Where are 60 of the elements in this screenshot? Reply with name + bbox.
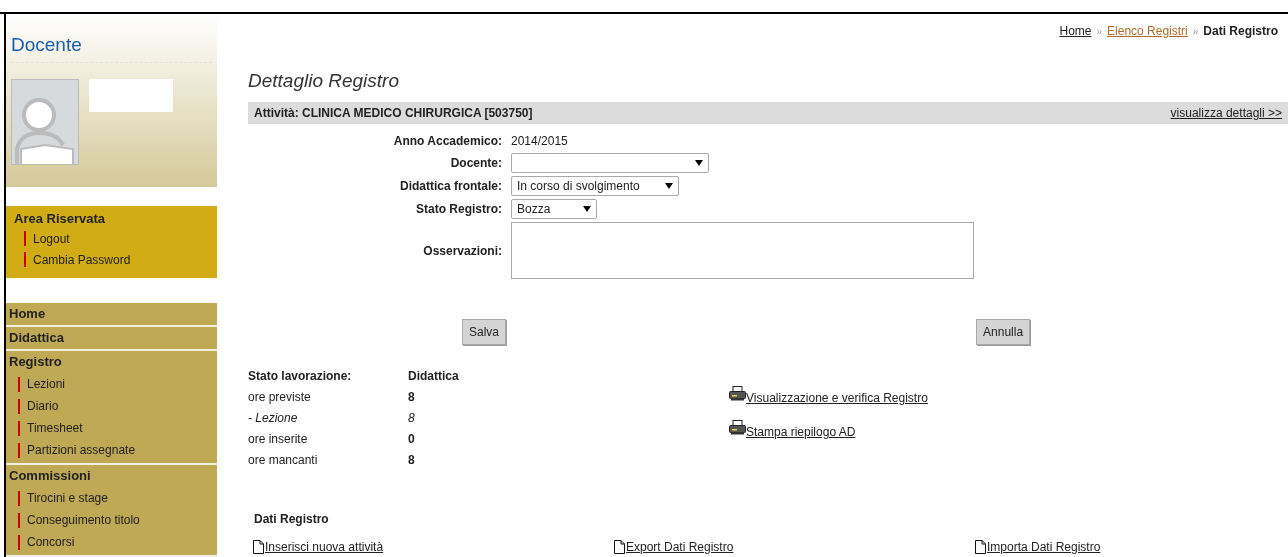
breadcrumb-link[interactable]: Elenco Registri [1107, 22, 1188, 40]
dropdown-caret-icon [583, 206, 591, 212]
sidebar-link[interactable]: Cambia Password [33, 250, 131, 269]
panel-heading: Area Riservata [14, 210, 107, 228]
sidebar-link[interactable]: Lezioni [27, 375, 66, 393]
form-button[interactable]: Salva [462, 319, 507, 345]
sidebar-link[interactable]: Timesheet [27, 419, 83, 437]
breadcrumb-link[interactable]: Home [1059, 22, 1092, 40]
form-button[interactable]: Annulla [976, 319, 1031, 345]
breadcrumb-separator: » [1096, 24, 1103, 39]
printer-icon [729, 386, 746, 401]
stats-value: 0 [408, 430, 415, 448]
stats-label: ore inserite [248, 430, 309, 448]
field-label: Stato Registro: [415, 201, 502, 218]
nav-item[interactable]: Commissioni [6, 465, 217, 487]
dropdown-caret-icon [665, 183, 673, 189]
field-label: Anno Accademico: [392, 133, 502, 150]
sidebar-link[interactable]: Concorsi [27, 533, 75, 551]
field-label: Osservazioni: [422, 242, 502, 260]
data-link[interactable]: Importa Dati Registro [987, 538, 1101, 556]
select-field[interactable]: In corso di svolgimento [511, 176, 679, 196]
stats-value: 8 [408, 409, 415, 427]
breadcrumb-separator: » [1192, 24, 1199, 39]
sidebar-link[interactable]: Logout [33, 229, 70, 248]
current-page-label: Dati Registro [1203, 23, 1278, 40]
sidebar-link[interactable]: Conseguimento titolo [27, 511, 140, 529]
data-link[interactable]: Export Dati Registro [626, 538, 734, 556]
nav-item[interactable]: Home [6, 303, 217, 325]
print-link[interactable]: Stampa riepilogo AD [746, 420, 856, 441]
document-icon [614, 540, 625, 554]
sidebar-link[interactable]: Diario [27, 397, 59, 415]
field-value: 2014/2015 [511, 133, 568, 150]
avatar-placeholder-icon [11, 79, 79, 165]
dropdown-caret-icon [695, 160, 703, 166]
select-field[interactable] [511, 153, 709, 173]
field-label: Docente: [449, 155, 502, 172]
stats-label: ore mancanti [248, 451, 319, 469]
nav-item[interactable]: Didattica [6, 327, 217, 349]
stats-value: 8 [408, 388, 415, 406]
stats-heading: Didattica [408, 368, 459, 385]
page-title: Dettaglio Registro [248, 69, 401, 93]
document-icon [975, 540, 986, 554]
field-label: Didattica frontale: [399, 178, 502, 195]
stats-label: ore previste [248, 388, 312, 406]
details-link[interactable]: visualizza dettagli >> [1170, 104, 1282, 122]
sidebar-title: Docente [11, 32, 212, 63]
section-heading: Dati Registro [253, 511, 330, 528]
sidebar-link[interactable]: Partizioni assegnate [27, 441, 136, 459]
document-icon [253, 540, 264, 554]
printer-icon [729, 420, 746, 435]
stats-value: 8 [408, 451, 415, 469]
activity-label: Attività: CLINICA MEDICO CHIRURGICA [503750] [254, 105, 533, 122]
select-field[interactable]: Bozza [511, 199, 597, 219]
data-link[interactable]: Inserisci nuova attività [265, 538, 384, 556]
text-area[interactable] [511, 222, 974, 279]
nav-item[interactable]: Registro [6, 351, 217, 373]
stats-label: - Lezione [248, 409, 299, 427]
print-link[interactable]: Visualizzazione e verifica Registro [746, 386, 928, 407]
sidebar-link[interactable]: Tirocini e stage [27, 489, 108, 507]
stats-heading: Stato lavorazione: [248, 368, 353, 385]
